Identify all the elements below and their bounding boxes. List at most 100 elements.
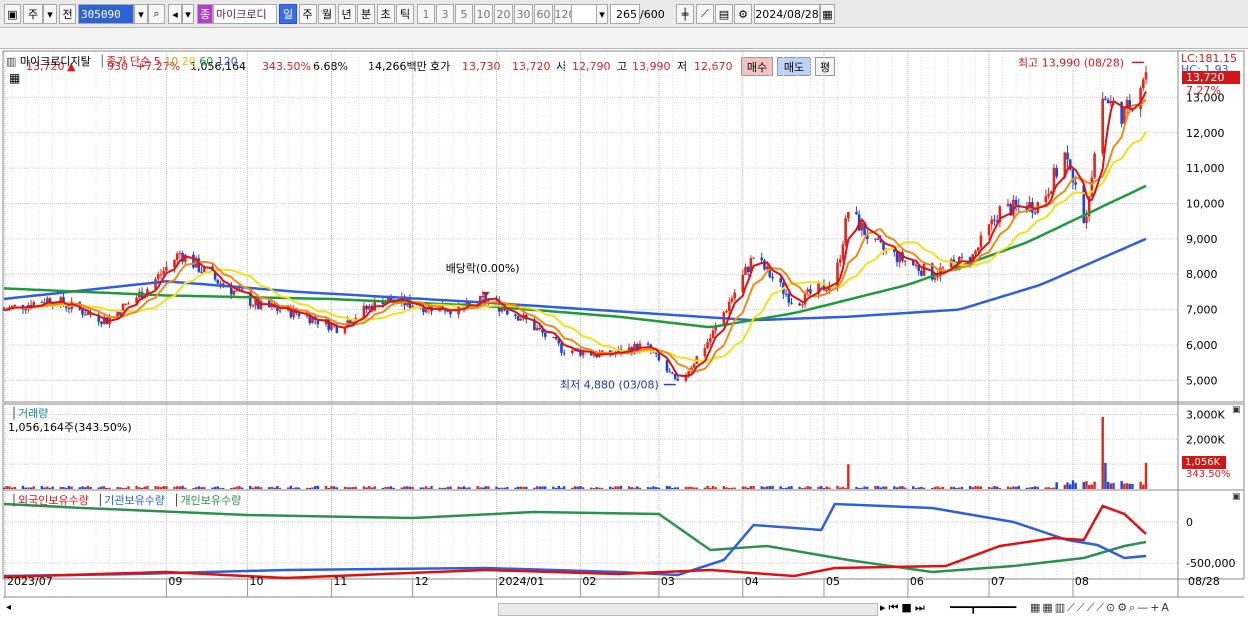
y-tick-label: 2,000K — [1186, 433, 1225, 446]
volume-bar — [1128, 483, 1131, 489]
volume-bar — [803, 487, 807, 489]
draw-tool-icon[interactable]: ⟋ — [696, 4, 714, 24]
period-button[interactable]: 주 — [298, 4, 317, 24]
volume-bar — [462, 486, 466, 489]
period-button[interactable]: 년 — [337, 4, 356, 24]
institution-title: 기관보유수량 — [104, 494, 166, 507]
stock-code-input[interactable]: 305090 — [78, 4, 134, 24]
interval-button[interactable]: 20 — [494, 4, 513, 24]
volume-bar — [498, 487, 501, 489]
moving-averages — [3, 91, 1147, 378]
volume-bar — [324, 485, 328, 489]
volume-bar — [920, 486, 923, 489]
chart-menu-icon[interactable]: ▣ — [4, 4, 21, 24]
market-dropdown-icon[interactable]: ▾ — [43, 4, 57, 24]
table-icon[interactable]: ▦ — [9, 71, 20, 85]
volume-bar — [974, 485, 977, 489]
candle-body — [709, 338, 712, 343]
volume-bar — [598, 487, 601, 489]
volume-bar — [449, 486, 452, 489]
candle-body — [1074, 182, 1077, 185]
volume-bar — [722, 486, 726, 489]
interval-button[interactable]: 30 — [514, 4, 533, 24]
candle-body — [1085, 216, 1088, 224]
candle-body — [752, 257, 755, 259]
candle-body — [703, 348, 707, 357]
speaker-icon[interactable]: ◂ — [168, 4, 182, 24]
volume-bar — [238, 485, 241, 489]
date-input[interactable]: 2024/08/28 — [754, 4, 820, 24]
volume-bar — [32, 486, 35, 489]
candle-body — [173, 259, 176, 268]
candle-body — [552, 336, 555, 338]
candle-body — [990, 219, 994, 225]
volume-bar — [184, 487, 187, 489]
speaker-dropdown-icon[interactable]: ▾ — [182, 4, 194, 24]
volume-close-icon[interactable]: ▣ — [1232, 405, 1241, 415]
search-icon[interactable]: ⌕ — [148, 4, 165, 24]
candle-body — [668, 371, 672, 373]
candle-body — [847, 211, 850, 219]
playback-controls[interactable]: ▸⏮■⏭ — [880, 601, 928, 615]
stock-chart[interactable]: 2023/07 09 10 11 12 2024/01 02 03 04 05 06 07 08 08/2… — [0, 49, 1248, 621]
interval-dropdown-icon[interactable]: ▾ — [596, 4, 608, 24]
candle-body — [746, 267, 750, 272]
stock-fullname: 마이크로디지탈 — [19, 55, 91, 68]
candle-body — [535, 327, 539, 331]
volume-bar — [216, 486, 219, 489]
candle-body — [368, 305, 371, 310]
scrollbar-thumb[interactable] — [498, 603, 878, 616]
volume-bar — [51, 486, 54, 489]
interval-input[interactable] — [571, 4, 599, 24]
volume-bar — [760, 486, 763, 489]
candle-body — [806, 289, 810, 292]
separator-icon: ▕ — [92, 494, 101, 507]
interval-button[interactable]: 1 — [417, 4, 435, 24]
volume-bar — [127, 486, 130, 489]
candle-body — [365, 305, 368, 310]
holding-close-icon[interactable]: ▣ — [1232, 492, 1241, 502]
interval-button[interactable]: 10 — [474, 4, 493, 24]
zoom-slider[interactable]: ━━━┳━━━━━━ — [950, 601, 1016, 614]
scroll-left-icon[interactable]: ◂ — [6, 602, 11, 613]
candle-body — [424, 309, 428, 313]
gear-icon[interactable]: ⚙ — [734, 4, 752, 24]
period-button[interactable]: 일 — [279, 4, 297, 24]
volume-bar — [286, 487, 290, 489]
save-icon[interactable]: ▤ — [715, 4, 733, 24]
calendar-icon[interactable]: ▦ — [820, 4, 835, 24]
volume-bar — [200, 487, 203, 489]
volume-bar — [893, 486, 896, 489]
volume-bar — [636, 486, 639, 489]
volume-bar — [866, 486, 869, 489]
interval-button[interactable]: 5 — [455, 4, 473, 24]
grid — [4, 51, 1178, 597]
volume-bar — [600, 487, 604, 489]
candle-body — [855, 211, 858, 215]
interval-button[interactable]: 3 — [436, 4, 454, 24]
volume-bar — [668, 486, 671, 489]
market-select[interactable]: 주 — [23, 4, 43, 24]
chart-tools-icon[interactable]: ▦▦▥⟋⟋⟋⟋⊙⚙⌕—+A — [1030, 601, 1171, 615]
count-input[interactable]: 265 — [610, 4, 640, 24]
volume-bar — [235, 486, 238, 489]
individual-title: 개인보유수량 — [180, 494, 242, 507]
volume-bar — [895, 487, 899, 489]
volume-bar — [175, 486, 179, 489]
period-button[interactable]: 월 — [318, 4, 336, 24]
volume-bar — [912, 486, 915, 489]
code-dropdown-icon[interactable]: ▾ — [134, 4, 148, 24]
volume-bar — [654, 487, 658, 489]
period-button[interactable]: 틱 — [396, 4, 414, 24]
volume-bar — [422, 487, 425, 489]
candle-body — [876, 238, 880, 240]
volume-bar — [1144, 462, 1148, 489]
period-button[interactable]: 초 — [376, 4, 395, 24]
prev-button[interactable]: 전 — [59, 4, 76, 24]
volume-bar — [741, 486, 744, 489]
candle-icon[interactable]: ╪ — [676, 4, 694, 24]
volume-bar — [10, 487, 14, 489]
y-tick-label: 6,000 — [1186, 339, 1218, 352]
interval-button[interactable]: 60 — [534, 4, 553, 24]
period-button[interactable]: 분 — [357, 4, 375, 24]
